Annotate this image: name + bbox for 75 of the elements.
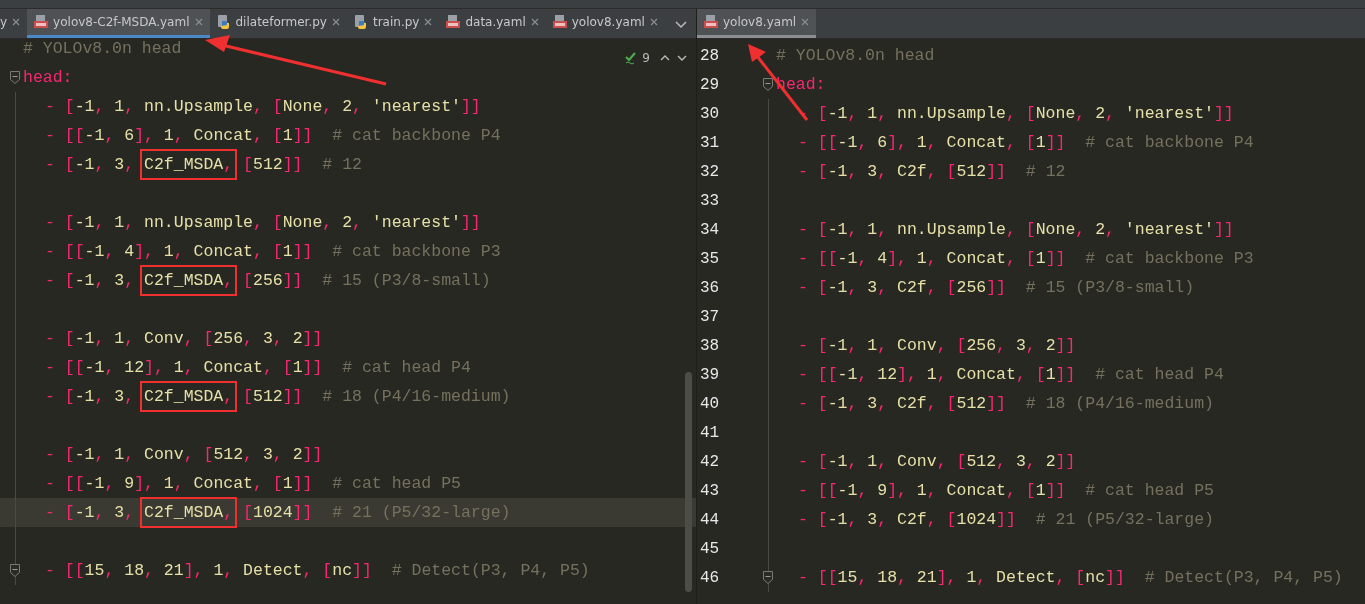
editor-tab[interactable]: yolov8.yaml bbox=[545, 9, 665, 38]
code-line: - [[-1, 4], 1, Concat, [1]] # cat backbone P3 bbox=[798, 248, 1254, 270]
fold-icon[interactable] bbox=[9, 69, 21, 86]
close-icon bbox=[330, 17, 341, 27]
line-number: 31 bbox=[699, 133, 721, 152]
code-line: # YOLOv8.0n head bbox=[23, 39, 182, 60]
code-line: # YOLOv8.0n head bbox=[776, 45, 935, 67]
code-line: - [[-1, 12], 1, Concat, [1]] # cat head P4 bbox=[45, 357, 471, 379]
editor-tab[interactable]: train.py bbox=[346, 9, 440, 38]
yaml-file-icon bbox=[445, 14, 462, 30]
close-icon bbox=[529, 17, 540, 27]
line-number: 45 bbox=[699, 539, 721, 558]
code-line: - [-1, 3, C2f, [1024]] # 21 (P5/32-large) bbox=[798, 509, 1214, 531]
code-line: - [-1, 1, nn.Upsample, [None, 2, 'nearest']] bbox=[798, 103, 1234, 125]
code-line: - [-1, 1, Conv, [512, 3, 2]] bbox=[45, 444, 323, 466]
code-line: - [-1, 1, Conv, [256, 3, 2]] bbox=[798, 335, 1076, 357]
close-icon bbox=[423, 17, 434, 27]
code-line: - [-1, 1, nn.Upsample, [None, 2, 'nearest']] bbox=[45, 96, 481, 118]
code-line: - [[-1, 9], 1, Concat, [1]] # cat head P5 bbox=[45, 473, 461, 495]
code-line: - [-1, 3, C2f, [512]] # 12 bbox=[798, 161, 1066, 183]
line-number: 33 bbox=[699, 191, 721, 210]
code-line: - [-1, 3, C2f_MSDA, [1024]] # 21 (P5/32-large) bbox=[45, 498, 511, 527]
line-number: 42 bbox=[699, 452, 721, 471]
line-number: 29 bbox=[699, 75, 721, 94]
fold-icon[interactable] bbox=[762, 569, 774, 586]
check-icon bbox=[625, 51, 638, 65]
yaml-file-icon bbox=[551, 14, 568, 30]
line-number: 32 bbox=[699, 162, 721, 181]
close-icon bbox=[800, 17, 811, 27]
code-line: - [[-1, 6], 1, Concat, [1]] # cat backbone P4 bbox=[45, 125, 501, 147]
line-number: 30 bbox=[699, 104, 721, 123]
code-line: - [[-1, 12], 1, Concat, [1]] # cat head P4 bbox=[798, 364, 1224, 386]
line-number: 37 bbox=[699, 307, 721, 326]
code-line: - [[-1, 4], 1, Concat, [1]] # cat backbone P3 bbox=[45, 241, 501, 263]
editor-tab[interactable]: yolov8-C2f-MSDA.yaml bbox=[27, 9, 210, 38]
python-file-icon bbox=[215, 14, 232, 30]
code-line: - [-1, 1, Conv, [512, 3, 2]] bbox=[798, 451, 1076, 473]
scrollbar-thumb[interactable] bbox=[685, 372, 692, 592]
editor-tab[interactable]: y bbox=[0, 9, 28, 38]
close-icon bbox=[193, 17, 204, 27]
line-number: 34 bbox=[699, 220, 721, 239]
editor-tab[interactable]: yolov8.yaml bbox=[697, 9, 817, 38]
code-line: - [[15, 18, 21], 1, Detect, [nc]] # Detect(P3, P4, P5) bbox=[45, 560, 590, 582]
close-icon bbox=[11, 17, 22, 27]
line-number: 40 bbox=[699, 394, 721, 413]
editor-tab[interactable]: dilateformer.py bbox=[209, 9, 347, 38]
close-icon bbox=[648, 17, 659, 27]
code-line: - [-1, 3, C2f_MSDA, [512]] # 12 bbox=[45, 150, 362, 179]
python-file-icon bbox=[352, 14, 369, 30]
code-line: - [-1, 3, C2f, [256]] # 15 (P3/8-small) bbox=[798, 277, 1195, 299]
code-line: - [-1, 3, C2f_MSDA, [256]] # 15 (P3/8-small) bbox=[45, 266, 491, 295]
yaml-file-icon bbox=[33, 14, 50, 30]
line-number: 46 bbox=[699, 568, 721, 587]
code-line: - [-1, 1, Conv, [256, 3, 2]] bbox=[45, 328, 323, 350]
line-number: 35 bbox=[699, 249, 721, 268]
code-line: - [[-1, 6], 1, Concat, [1]] # cat backbone P4 bbox=[798, 132, 1254, 154]
code-line: - [[15, 18, 21], 1, Detect, [nc]] # Detect(P3, P4, P5) bbox=[798, 567, 1343, 589]
fold-icon[interactable] bbox=[9, 562, 21, 579]
code-line: - [-1, 3, C2f, [512]] # 18 (P4/16-medium) bbox=[798, 393, 1214, 415]
code-line: - [[-1, 9], 1, Concat, [1]] # cat head P5 bbox=[798, 480, 1214, 502]
line-number: 36 bbox=[699, 278, 721, 297]
line-number: 44 bbox=[699, 510, 721, 529]
inspection-count: 9 bbox=[642, 51, 650, 65]
code-line: - [-1, 1, nn.Upsample, [None, 2, 'nearest']] bbox=[45, 212, 481, 234]
line-number: 43 bbox=[699, 481, 721, 500]
line-number: 28 bbox=[699, 46, 721, 65]
code-line: - [-1, 3, C2f_MSDA, [512]] # 18 (P4/16-medium) bbox=[45, 382, 511, 411]
yaml-file-icon bbox=[703, 14, 719, 30]
line-number: 41 bbox=[699, 423, 721, 442]
code-line: - [-1, 1, nn.Upsample, [None, 2, 'nearest']] bbox=[798, 219, 1234, 241]
editor-tab[interactable]: data.yaml bbox=[439, 9, 546, 38]
line-number: 38 bbox=[699, 336, 721, 355]
line-number: 39 bbox=[699, 365, 721, 384]
fold-icon[interactable] bbox=[762, 76, 774, 93]
code-line: head: bbox=[23, 67, 73, 89]
